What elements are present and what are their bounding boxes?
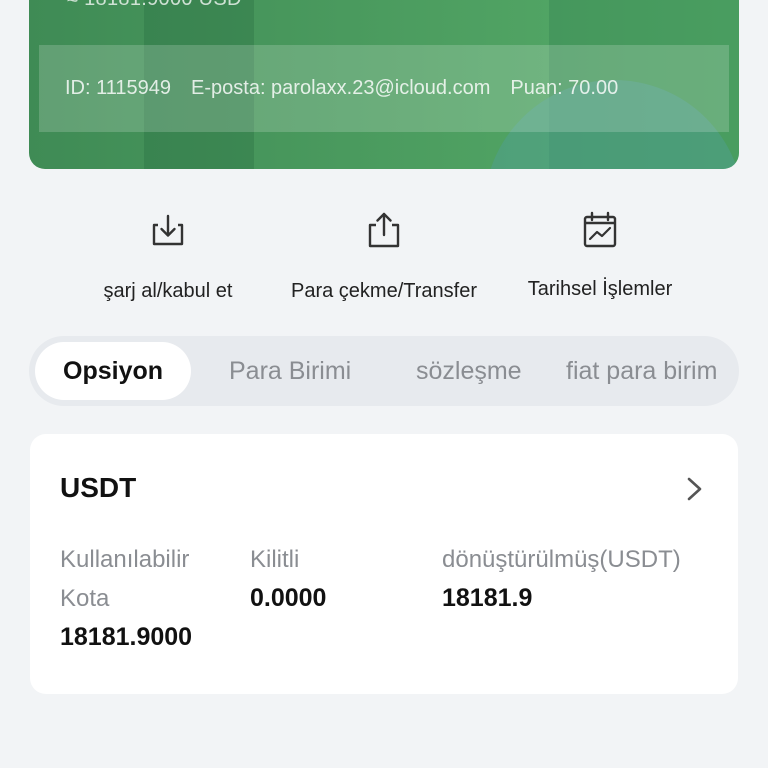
asset-name: USDT (60, 472, 137, 503)
action-row: şarj al/kabul et Para çekme/Transfer Tar… (0, 200, 768, 310)
locked-value: 0.0000 (250, 584, 327, 612)
tab-para-birimi[interactable]: Para Birimi (229, 342, 351, 400)
account-card: ≈ 18181.9000 USD ID: 1115949 E-posta: pa… (29, 0, 739, 169)
tab-opsiyon[interactable]: Opsiyon (35, 342, 192, 400)
account-id: ID: 1115949 (65, 77, 172, 99)
deposit-button[interactable]: şarj al/kabul et (70, 200, 266, 303)
withdraw-transfer-label: Para çekme/Transfer (291, 280, 477, 302)
asset-card-usdt[interactable]: USDT Kullanılabilir Kota 18181.9000 Kili… (30, 434, 738, 694)
available-quota-column: Kullanılabilir Kota 18181.9000 (60, 540, 230, 657)
available-quota-value: 18181.9000 (60, 623, 193, 651)
tab-fiat-para-birimi[interactable]: fiat para birim (566, 342, 717, 400)
locked-column: Kilitli 0.0000 (250, 540, 326, 618)
tab-sozlesme[interactable]: sözleşme (416, 342, 522, 400)
chevron-right-icon[interactable] (684, 474, 706, 504)
download-tray-icon (152, 214, 184, 246)
converted-value: 18181.9 (442, 584, 533, 612)
locked-label: Kilitli (250, 546, 300, 573)
deposit-label: şarj al/kabul et (103, 280, 233, 302)
asset-tabs: Opsiyon Para Birimi sözleşme fiat para b… (29, 336, 739, 406)
history-button[interactable]: Tarihsel İşlemler (502, 200, 698, 301)
available-quota-label: Kullanılabilir Kota (60, 546, 190, 612)
converted-label: dönüştürülmüş(USDT) (442, 546, 681, 573)
history-label: Tarihsel İşlemler (527, 278, 673, 300)
account-points: Puan: 70.00 (510, 77, 619, 99)
account-email: E-posta: parolaxx.23@icloud.com (191, 77, 491, 99)
upload-tray-icon (368, 212, 400, 248)
withdraw-transfer-button[interactable]: Para çekme/Transfer (272, 200, 496, 303)
account-info-strip: ID: 1115949 E-posta: parolaxx.23@icloud.… (39, 45, 729, 132)
converted-column: dönüştürülmüş(USDT) 18181.9 (442, 540, 681, 618)
balance-approx-usd: ≈ 18181.9000 USD (67, 0, 242, 11)
calendar-chart-icon (583, 211, 617, 248)
